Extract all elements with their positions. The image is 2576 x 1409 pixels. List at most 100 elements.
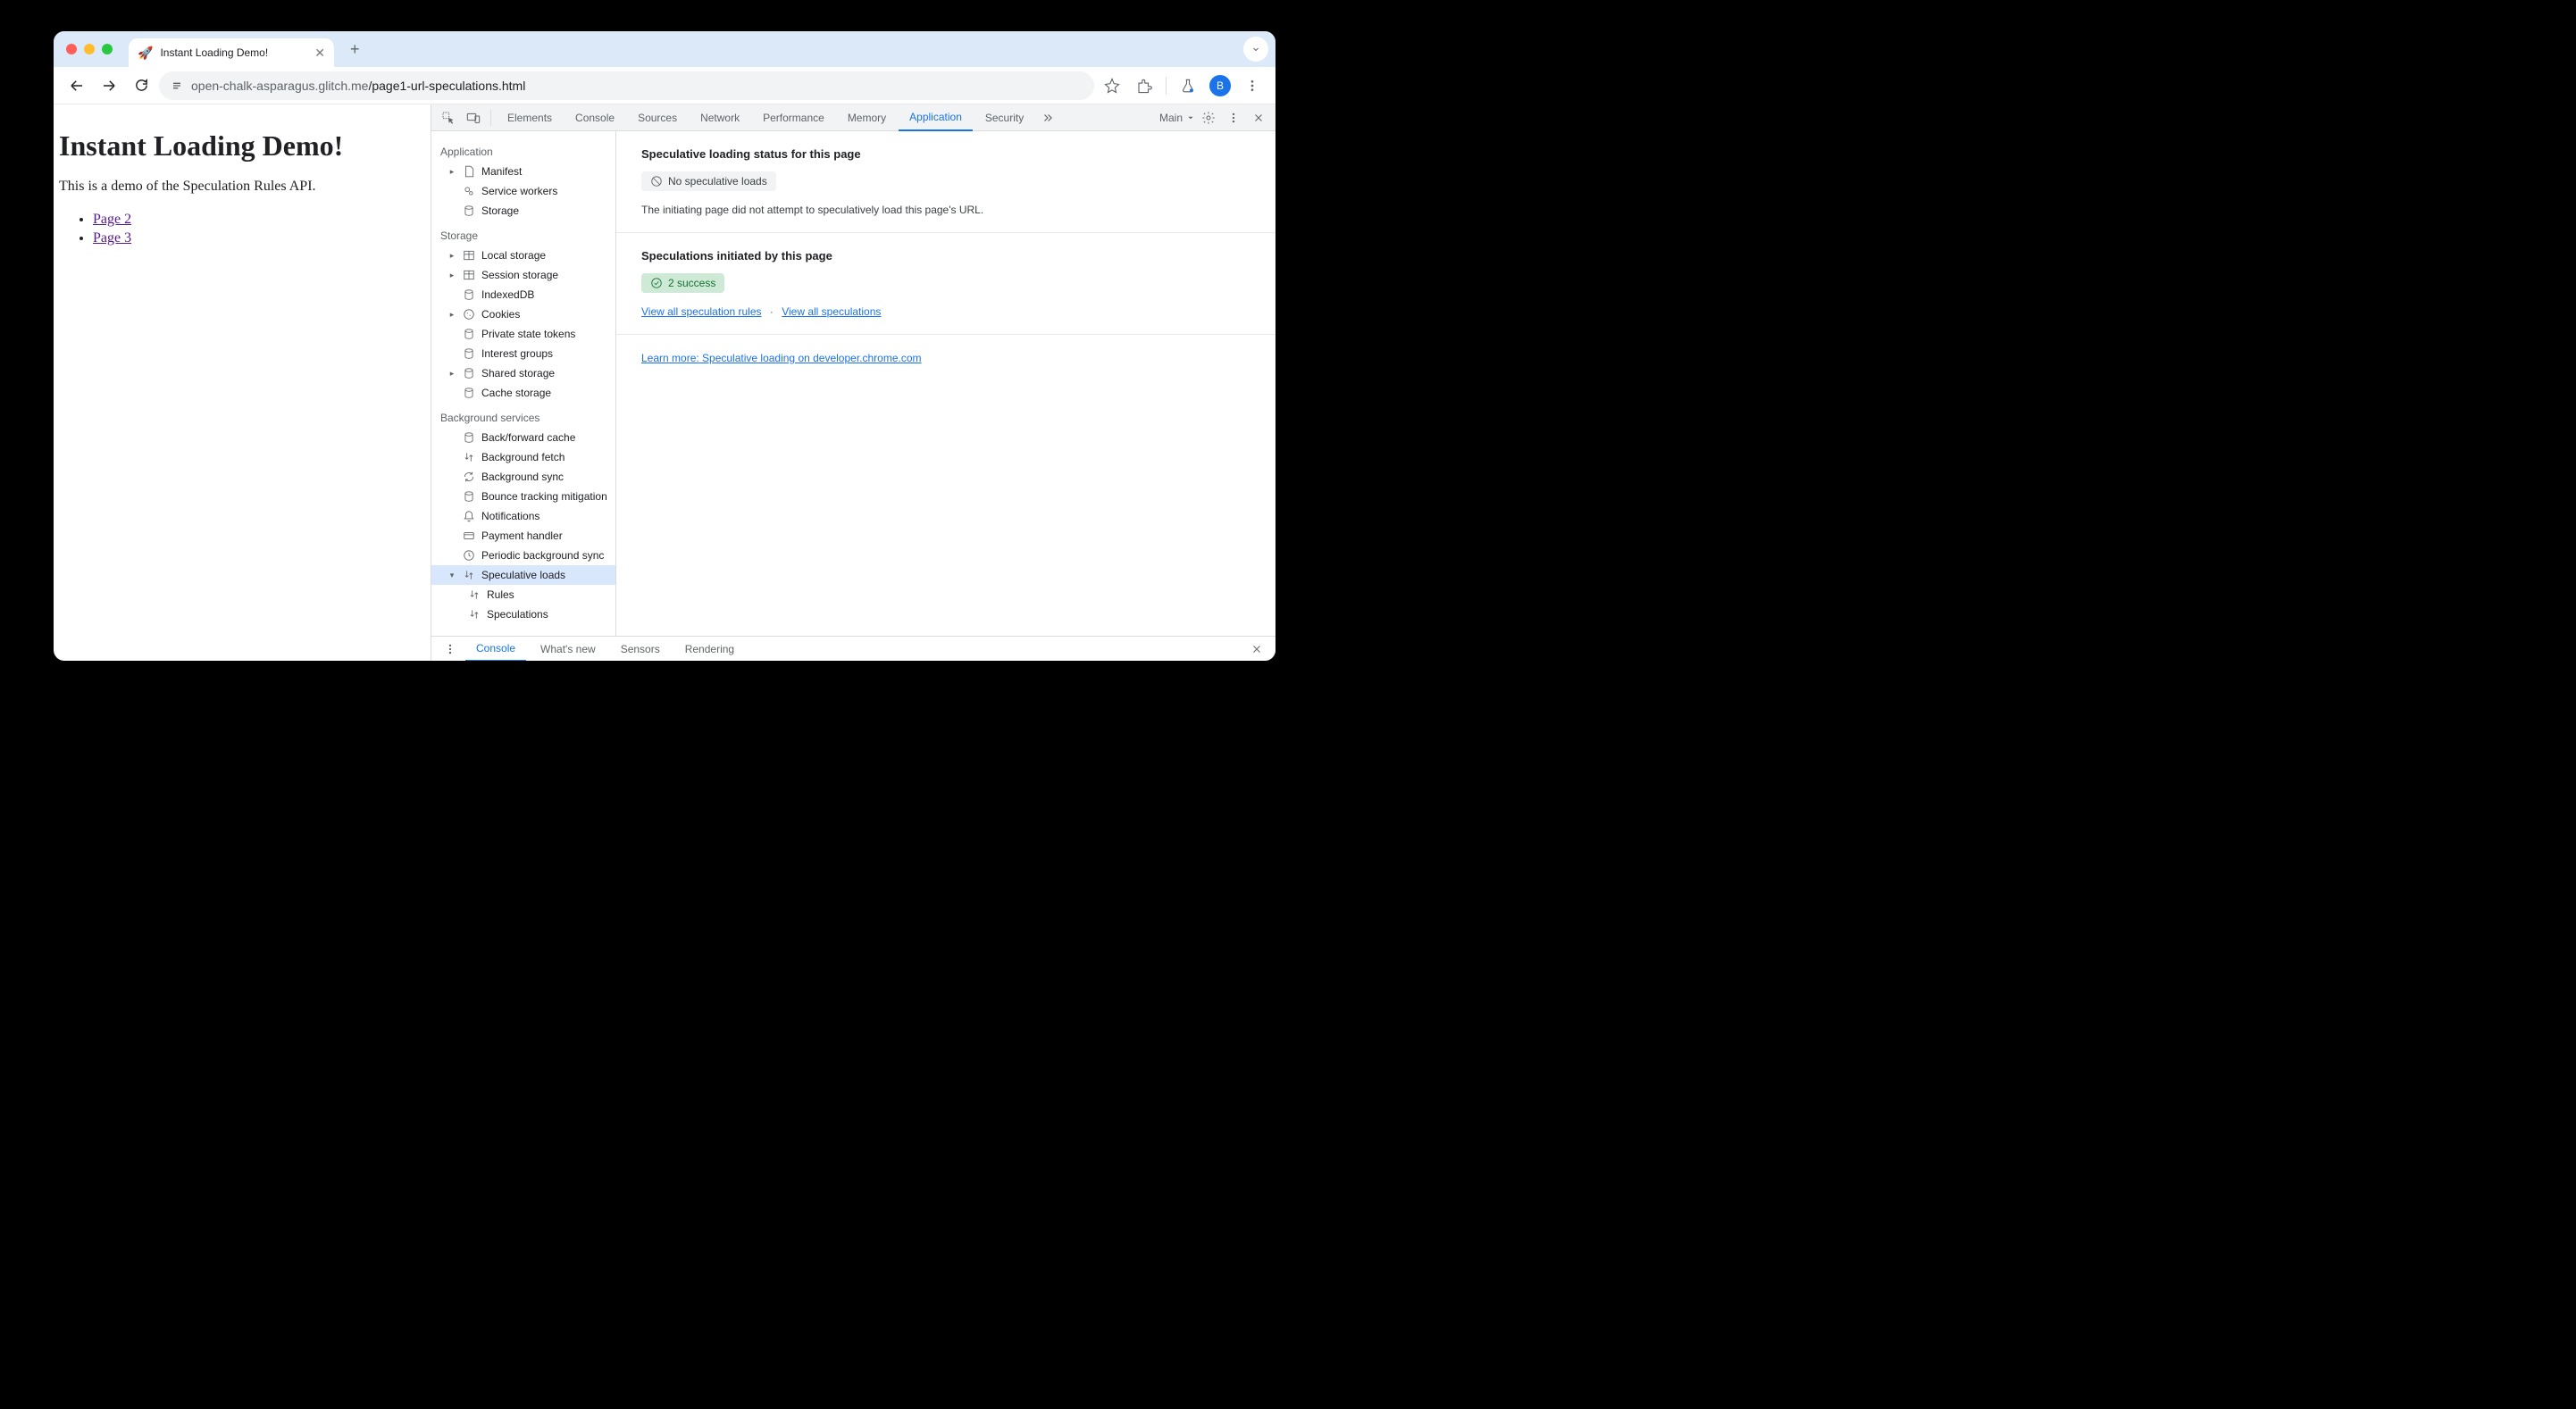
page-heading: Instant Loading Demo! xyxy=(59,129,431,163)
double-chevron-right-icon xyxy=(1041,112,1054,124)
sidebar-item-manifest[interactable]: ▸Manifest xyxy=(431,162,615,181)
triangle-down-icon xyxy=(1186,113,1195,122)
transfer-icon xyxy=(467,607,481,621)
sidebar-item-notifications[interactable]: Notifications xyxy=(431,506,615,526)
device-toolbar-button[interactable] xyxy=(462,106,485,129)
sidebar-item-speculative-loads[interactable]: ▾Speculative loads xyxy=(431,565,615,585)
devtools-tab-network[interactable]: Network xyxy=(690,104,750,131)
tab-title: Instant Loading Demo! xyxy=(160,46,307,59)
sidebar-item-shared-storage[interactable]: ▸Shared storage xyxy=(431,363,615,383)
status-note: The initiating page did not attempt to s… xyxy=(641,204,1250,216)
close-tab-button[interactable]: ✕ xyxy=(314,46,325,61)
tab-favicon: 🚀 xyxy=(138,46,153,61)
devtools-close-button[interactable] xyxy=(1247,106,1270,129)
site-info-icon[interactable] xyxy=(170,79,184,93)
tab-strip: 🚀 Instant Loading Demo! ✕ + xyxy=(54,31,1275,67)
sidebar-item-payment-handler[interactable]: Payment handler xyxy=(431,526,615,546)
devtools-settings-button[interactable] xyxy=(1197,106,1220,129)
window-menu-button[interactable] xyxy=(1243,37,1268,62)
sidebar-item-service-workers[interactable]: Service workers xyxy=(431,181,615,201)
sidebar-item-cache-storage[interactable]: Cache storage xyxy=(431,383,615,403)
sidebar-item-indexeddb[interactable]: IndexedDB xyxy=(431,285,615,304)
maximize-window-button[interactable] xyxy=(102,44,113,54)
address-bar[interactable]: open-chalk-asparagus.glitch.me/page1-url… xyxy=(159,71,1094,100)
sidebar-item-speculations[interactable]: Speculations xyxy=(431,604,615,624)
sidebar-item-periodic-sync[interactable]: Periodic background sync xyxy=(431,546,615,565)
close-icon xyxy=(1251,644,1262,654)
status-heading: Speculative loading status for this page xyxy=(641,147,1250,161)
extensions-button[interactable] xyxy=(1130,71,1158,100)
devtools-tab-security[interactable]: Security xyxy=(974,104,1034,131)
gears-icon xyxy=(462,184,476,198)
status-section: Speculative loading status for this page… xyxy=(616,131,1275,233)
drawer-close-button[interactable] xyxy=(1245,638,1268,661)
content-area: Instant Loading Demo! This is a demo of … xyxy=(54,104,1275,661)
arrow-right-icon xyxy=(101,78,117,94)
kebab-icon xyxy=(444,643,456,655)
table-icon xyxy=(462,268,476,282)
minimize-window-button[interactable] xyxy=(84,44,95,54)
profile-button[interactable]: B xyxy=(1206,71,1234,100)
sidebar-item-background-sync[interactable]: Background sync xyxy=(431,467,615,487)
drawer-tab-sensors[interactable]: Sensors xyxy=(610,637,671,662)
sidebar-item-storage[interactable]: Storage xyxy=(431,201,615,221)
transfer-icon xyxy=(467,588,481,602)
view-speculations-link[interactable]: View all speculations xyxy=(782,305,881,318)
sidebar-item-rules[interactable]: Rules xyxy=(431,585,615,604)
database-icon xyxy=(462,327,476,341)
devtools-body: Application ▸Manifest Service workers St… xyxy=(431,131,1275,636)
database-icon xyxy=(462,204,476,218)
view-rules-link[interactable]: View all speculation rules xyxy=(641,305,762,318)
learn-more-link[interactable]: Learn more: Speculative loading on devel… xyxy=(641,352,922,364)
new-tab-button[interactable]: + xyxy=(341,40,369,59)
sidebar-item-background-fetch[interactable]: Background fetch xyxy=(431,447,615,467)
kebab-icon xyxy=(1245,79,1259,93)
devtools-tab-console[interactable]: Console xyxy=(565,104,625,131)
drawer-tab-whats-new[interactable]: What's new xyxy=(530,637,606,662)
page-link[interactable]: Page 3 xyxy=(93,230,131,246)
browser-tab[interactable]: 🚀 Instant Loading Demo! ✕ xyxy=(129,38,334,67)
devtools-tab-performance[interactable]: Performance xyxy=(752,104,835,131)
inspect-element-button[interactable] xyxy=(437,106,460,129)
forward-button[interactable] xyxy=(95,71,123,100)
drawer-menu-button[interactable] xyxy=(439,638,462,661)
devtools-tab-elements[interactable]: Elements xyxy=(497,104,563,131)
bell-icon xyxy=(462,509,476,523)
devtools-tab-application[interactable]: Application xyxy=(899,104,973,131)
clock-icon xyxy=(462,548,476,563)
check-circle-icon xyxy=(650,277,663,289)
sidebar-item-bfcache[interactable]: Back/forward cache xyxy=(431,428,615,447)
sidebar-item-bounce-tracking[interactable]: Bounce tracking mitigation xyxy=(431,487,615,506)
chrome-menu-button[interactable] xyxy=(1238,71,1267,100)
close-window-button[interactable] xyxy=(66,44,77,54)
transfer-icon xyxy=(462,450,476,464)
drawer-tab-rendering[interactable]: Rendering xyxy=(674,637,745,662)
reload-button[interactable] xyxy=(127,71,155,100)
sidebar-item-private-state-tokens[interactable]: Private state tokens xyxy=(431,324,615,344)
database-icon xyxy=(462,366,476,380)
sidebar-group-background-services: Background services xyxy=(431,408,615,428)
sidebar-item-session-storage[interactable]: ▸Session storage xyxy=(431,265,615,285)
close-icon xyxy=(1253,113,1264,123)
page-link[interactable]: Page 2 xyxy=(93,212,131,227)
sidebar-group-application: Application xyxy=(431,142,615,162)
gear-icon xyxy=(1201,111,1216,125)
devtools-tab-sources[interactable]: Sources xyxy=(627,104,688,131)
sidebar-item-cookies[interactable]: ▸Cookies xyxy=(431,304,615,324)
sidebar-item-local-storage[interactable]: ▸Local storage xyxy=(431,246,615,265)
status-badge: No speculative loads xyxy=(641,171,776,191)
speculative-loads-panel: Speculative loading status for this page… xyxy=(616,131,1275,636)
devtools-tab-memory[interactable]: Memory xyxy=(837,104,897,131)
sidebar-item-interest-groups[interactable]: Interest groups xyxy=(431,344,615,363)
transfer-icon xyxy=(462,568,476,582)
labs-button[interactable] xyxy=(1174,71,1202,100)
drawer-tab-console[interactable]: Console xyxy=(465,637,526,662)
back-button[interactable] xyxy=(63,71,91,100)
kebab-icon xyxy=(1227,112,1240,124)
bookmark-button[interactable] xyxy=(1098,71,1126,100)
more-tabs-button[interactable] xyxy=(1036,106,1059,129)
devtools-menu-button[interactable] xyxy=(1222,106,1245,129)
browser-toolbar: open-chalk-asparagus.glitch.me/page1-url… xyxy=(54,67,1275,104)
frame-selector[interactable]: Main xyxy=(1159,112,1195,124)
arrow-left-icon xyxy=(69,78,85,94)
